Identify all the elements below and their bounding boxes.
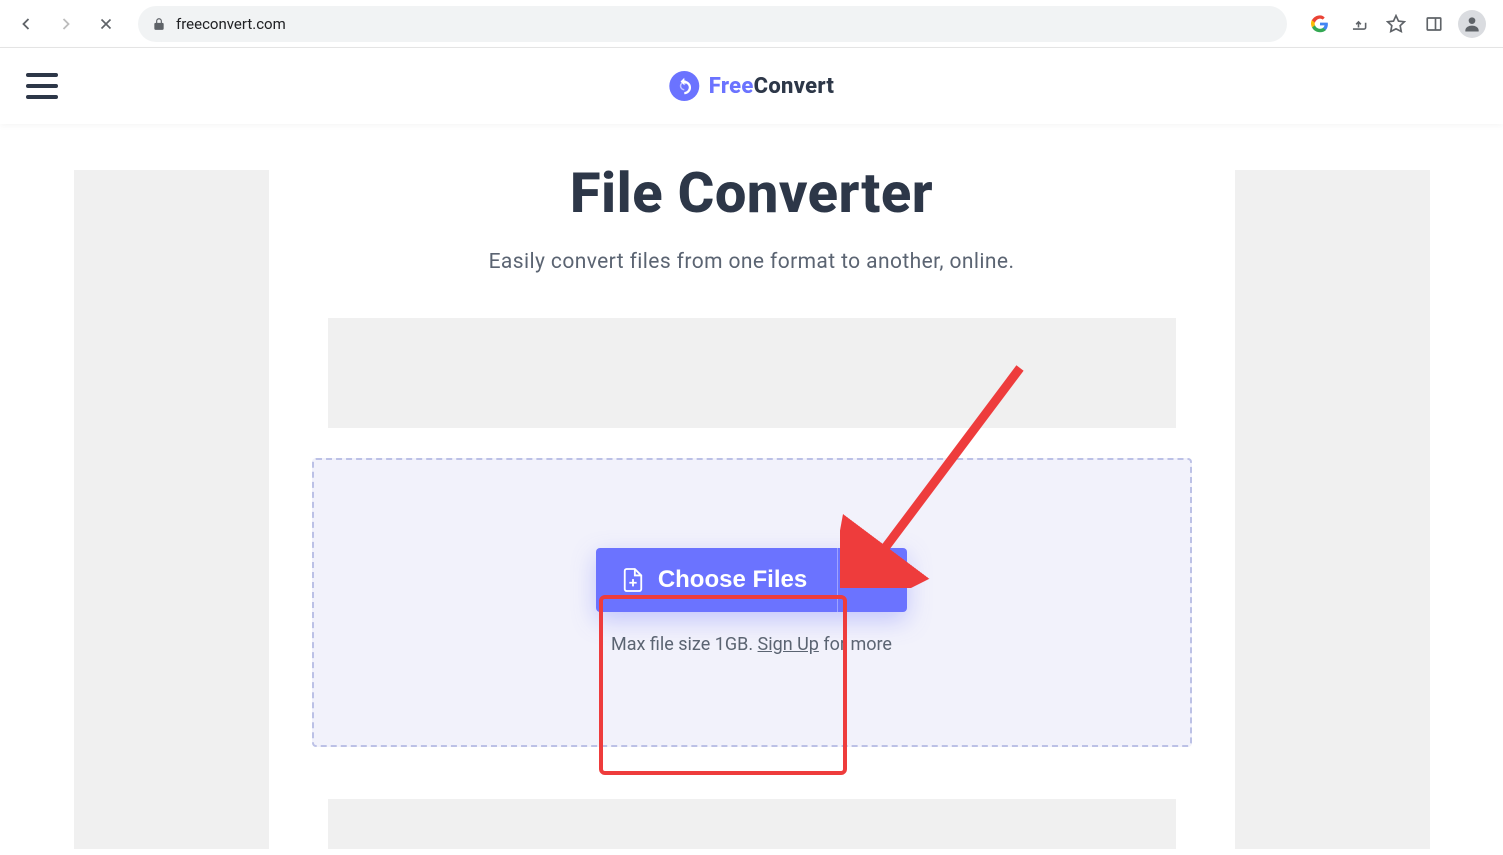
top-ad-banner bbox=[328, 318, 1176, 428]
arrow-right-icon bbox=[56, 14, 76, 34]
logo-icon bbox=[669, 71, 699, 101]
left-ad-slot bbox=[74, 170, 269, 849]
url-text: freeconvert.com bbox=[176, 15, 286, 33]
logo-text-convert: Convert bbox=[754, 74, 835, 99]
browser-back-button[interactable] bbox=[10, 8, 42, 40]
person-icon bbox=[1462, 14, 1482, 34]
lock-icon bbox=[152, 17, 166, 31]
choose-files-label: Choose Files bbox=[658, 566, 807, 594]
right-ad-slot bbox=[1235, 170, 1430, 849]
panel-icon[interactable] bbox=[1417, 7, 1451, 41]
file-plus-icon bbox=[622, 567, 644, 593]
logo-text: FreeConvert bbox=[709, 74, 834, 99]
browser-forward-button[interactable] bbox=[50, 8, 82, 40]
main-content: File Converter Easily convert files from… bbox=[299, 170, 1205, 849]
choose-files-button[interactable]: Choose Files bbox=[596, 548, 837, 612]
browser-stop-button[interactable] bbox=[90, 8, 122, 40]
browser-chrome: freeconvert.com bbox=[0, 0, 1503, 48]
page-body: File Converter Easily convert files from… bbox=[0, 124, 1503, 849]
choose-files-group: Choose Files bbox=[596, 548, 907, 612]
site-logo[interactable]: FreeConvert bbox=[669, 71, 834, 101]
star-icon[interactable] bbox=[1379, 7, 1413, 41]
size-note-prefix: Max file size 1GB. bbox=[611, 634, 758, 655]
share-icon[interactable] bbox=[1341, 7, 1375, 41]
arrow-left-icon bbox=[16, 14, 36, 34]
file-size-note: Max file size 1GB. Sign Up for more bbox=[611, 634, 892, 655]
hamburger-menu[interactable] bbox=[26, 73, 58, 99]
x-icon bbox=[97, 15, 115, 33]
chevron-down-icon bbox=[863, 570, 883, 590]
profile-avatar[interactable] bbox=[1455, 7, 1489, 41]
logo-text-free: Free bbox=[709, 74, 754, 99]
google-search-icon[interactable] bbox=[1303, 7, 1337, 41]
page-title: File Converter bbox=[570, 160, 933, 226]
browser-actions bbox=[1303, 7, 1493, 41]
bottom-ad-banner bbox=[328, 799, 1176, 849]
page-subtitle: Easily convert files from one format to … bbox=[489, 250, 1015, 274]
choose-files-dropdown[interactable] bbox=[837, 548, 907, 612]
signup-link[interactable]: Sign Up bbox=[758, 634, 819, 655]
file-drop-zone[interactable]: Choose Files Max file size 1GB. Sign Up … bbox=[312, 458, 1192, 747]
address-bar[interactable]: freeconvert.com bbox=[138, 6, 1287, 42]
site-header: FreeConvert bbox=[0, 48, 1503, 124]
size-note-suffix: for more bbox=[819, 634, 892, 655]
